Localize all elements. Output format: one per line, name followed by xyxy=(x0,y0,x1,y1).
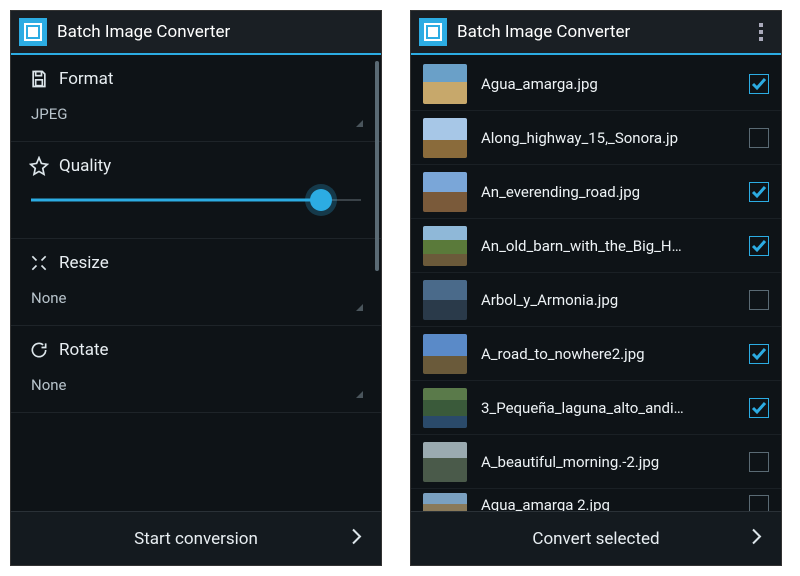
quality-header: Quality xyxy=(29,156,363,176)
slider-fill xyxy=(31,199,321,202)
rotate-section: Rotate None xyxy=(11,326,381,413)
resize-label: Resize xyxy=(59,253,109,273)
format-spinner[interactable]: JPEG xyxy=(29,97,363,135)
rotate-value: None xyxy=(31,376,67,394)
checkbox[interactable] xyxy=(749,398,769,418)
file-name: A_road_to_nowhere2.jpg xyxy=(481,345,735,363)
file-name: A_beautiful_morning.-2.jpg xyxy=(481,453,735,471)
file-name: An_old_barn_with_the_Big_H… xyxy=(481,237,735,255)
format-header: Format xyxy=(29,69,363,89)
resize-spinner[interactable]: None xyxy=(29,281,363,319)
list-item[interactable]: An_old_barn_with_the_Big_H… xyxy=(411,219,781,273)
checkbox[interactable] xyxy=(749,74,769,94)
list-item[interactable]: Along_highway_15,_Sonora.jp xyxy=(411,111,781,165)
thumbnail xyxy=(423,388,467,428)
convert-selected-button[interactable]: Convert selected xyxy=(411,511,781,565)
format-label: Format xyxy=(59,69,113,89)
thumbnail xyxy=(423,64,467,104)
checkbox[interactable] xyxy=(749,182,769,202)
overflow-menu-icon[interactable] xyxy=(749,19,773,45)
app-title: Batch Image Converter xyxy=(57,22,373,42)
list-item[interactable]: A_road_to_nowhere2.jpg xyxy=(411,327,781,381)
checkbox[interactable] xyxy=(749,236,769,256)
rotate-spinner[interactable]: None xyxy=(29,368,363,406)
start-conversion-label: Start conversion xyxy=(134,529,258,549)
app-title: Batch Image Converter xyxy=(457,22,739,42)
action-bar: Batch Image Converter xyxy=(11,11,381,55)
star-icon xyxy=(29,156,49,176)
rotate-icon xyxy=(29,340,49,360)
chevron-right-icon xyxy=(349,526,363,551)
resize-header: Resize xyxy=(29,253,363,273)
quality-slider[interactable] xyxy=(31,190,361,210)
thumbnail xyxy=(423,118,467,158)
start-conversion-button[interactable]: Start conversion xyxy=(11,511,381,565)
rotate-label: Rotate xyxy=(59,340,109,360)
resize-value: None xyxy=(31,289,67,307)
list-item[interactable]: Agua_amarga.jpg xyxy=(411,57,781,111)
checkbox[interactable] xyxy=(749,128,769,148)
app-icon xyxy=(19,18,47,46)
list-item[interactable]: 3_Pequeña_laguna_alto_andi… xyxy=(411,381,781,435)
rotate-header: Rotate xyxy=(29,340,363,360)
thumbnail xyxy=(423,493,467,512)
resize-icon xyxy=(29,253,49,273)
quality-label: Quality xyxy=(59,156,111,176)
file-name: Along_highway_15,_Sonora.jp xyxy=(481,129,735,147)
chevron-right-icon xyxy=(749,526,763,551)
file-name: An_everending_road.jpg xyxy=(481,183,735,201)
file-name: Arbol_y_Armonia.jpg xyxy=(481,291,735,309)
settings-content: Format JPEG Quality Resize xyxy=(11,55,381,511)
thumbnail xyxy=(423,442,467,482)
scrollbar[interactable] xyxy=(375,61,379,271)
file-list-screen: Batch Image Converter Agua_amarga.jpg Alo… xyxy=(410,10,782,566)
file-list: Agua_amarga.jpg Along_highway_15,_Sonora.… xyxy=(411,55,781,511)
action-bar: Batch Image Converter xyxy=(411,11,781,55)
checkbox[interactable] xyxy=(749,495,769,512)
thumbnail xyxy=(423,226,467,266)
file-name: Agua_amarga.jpg xyxy=(481,75,735,93)
file-name: Agua_amarga 2.jpg xyxy=(481,496,735,512)
settings-screen: Batch Image Converter Format JPEG Qualit… xyxy=(10,10,382,566)
list-item[interactable]: Agua_amarga 2.jpg xyxy=(411,489,781,511)
slider-thumb[interactable] xyxy=(310,189,332,211)
thumbnail xyxy=(423,334,467,374)
checkbox[interactable] xyxy=(749,344,769,364)
format-value: JPEG xyxy=(31,105,67,123)
resize-section: Resize None xyxy=(11,239,381,326)
checkbox[interactable] xyxy=(749,290,769,310)
list-item[interactable]: A_beautiful_morning.-2.jpg xyxy=(411,435,781,489)
thumbnail xyxy=(423,280,467,320)
save-icon xyxy=(29,69,49,89)
quality-section: Quality xyxy=(11,142,381,239)
file-name: 3_Pequeña_laguna_alto_andi… xyxy=(481,399,735,417)
list-item[interactable]: An_everending_road.jpg xyxy=(411,165,781,219)
format-section: Format JPEG xyxy=(11,55,381,142)
list-item[interactable]: Arbol_y_Armonia.jpg xyxy=(411,273,781,327)
thumbnail xyxy=(423,172,467,212)
app-icon xyxy=(419,18,447,46)
checkbox[interactable] xyxy=(749,452,769,472)
convert-selected-label: Convert selected xyxy=(532,529,659,549)
